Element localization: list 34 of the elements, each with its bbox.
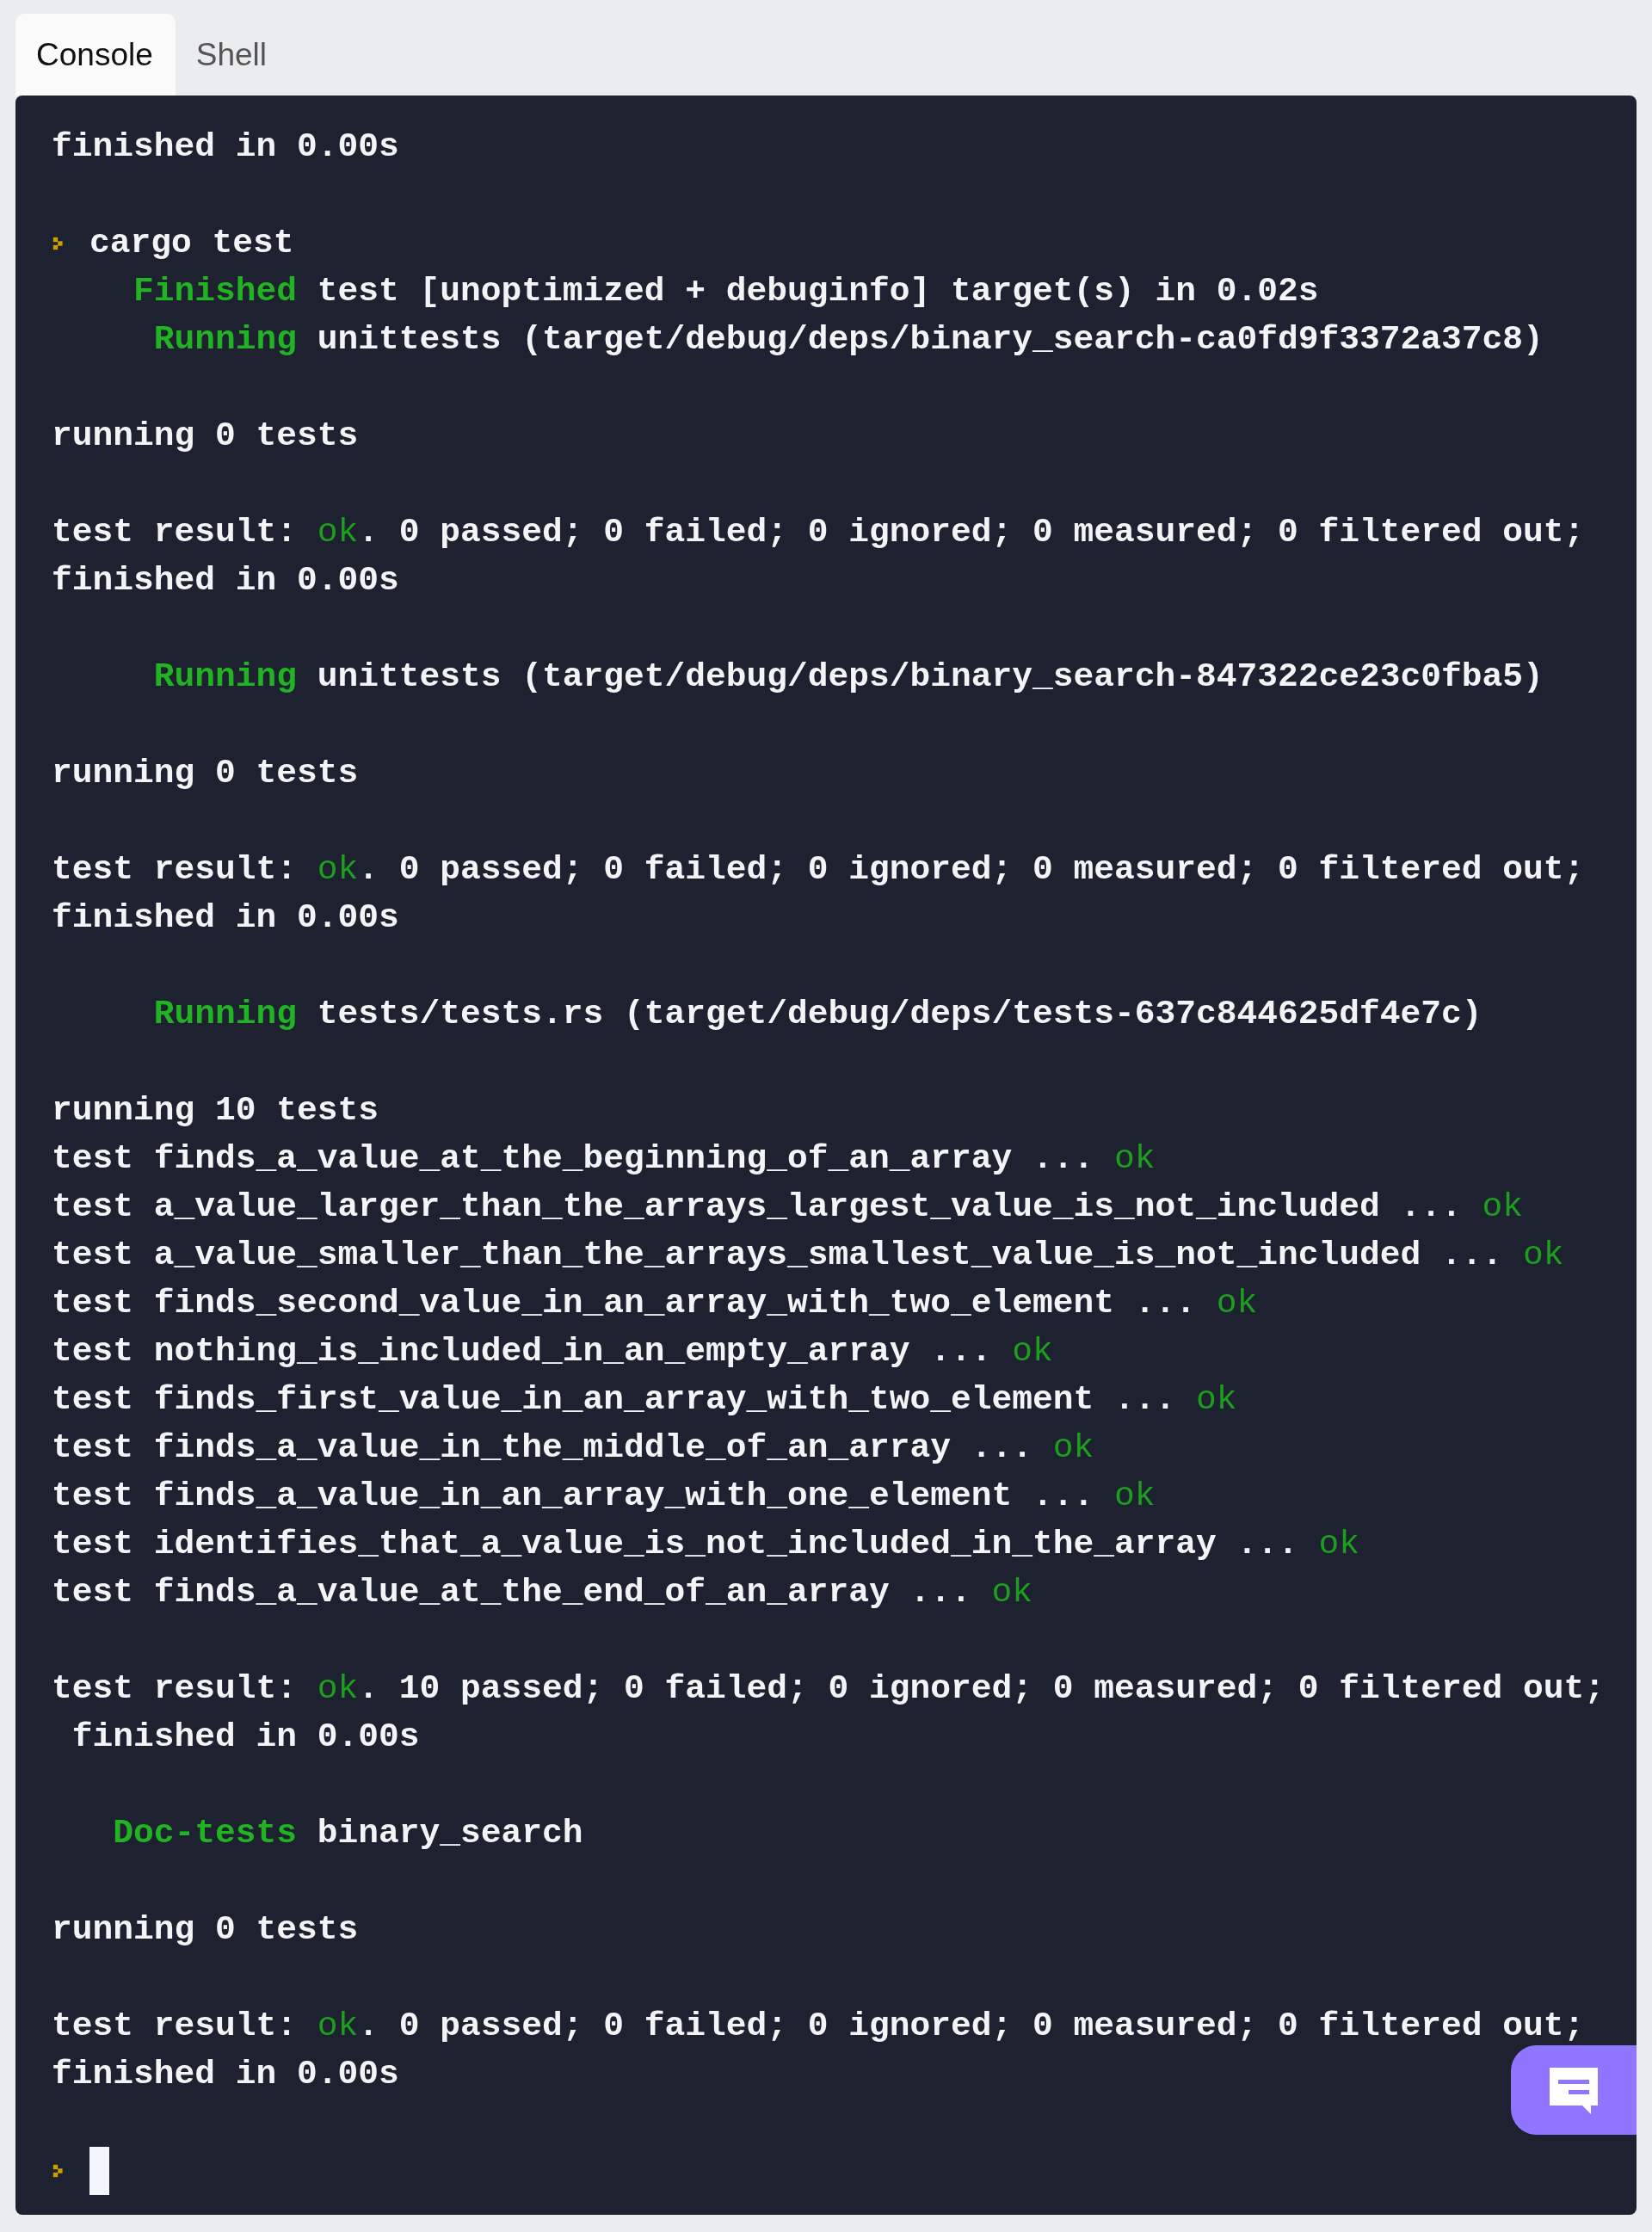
chat-icon — [1548, 2066, 1600, 2114]
console-line: Running tests/tests.rs (target/debug/deps/tests-637c844625df4e7c) — [152, 994, 1482, 1035]
console-line: test a_value_smaller_than_the_arrays_smallest_value_is_not_included ... ok — [52, 1235, 1564, 1276]
console-line: running 0 tests — [52, 1909, 359, 1951]
console-line: finished in 0.00s — [52, 2054, 399, 2095]
chat-button[interactable] — [1511, 2045, 1637, 2135]
console-line: test identifies_that_a_value_is_not_included_in_the_array ... ok — [52, 1524, 1360, 1565]
console-line: running 0 tests — [52, 753, 359, 794]
console-line: finished in 0.00s — [71, 1717, 420, 1758]
console-line: test result: ok. 10 passed; 0 failed; 0 ignored; 0 measured; 0 filtered out; — [52, 1668, 1606, 1710]
console-line: test finds_second_value_in_an_array_with_two_element ... ok — [52, 1283, 1258, 1324]
command-text: cargo test — [89, 223, 294, 264]
console-line: test finds_a_value_at_the_beginning_of_an_array ... ok — [52, 1138, 1156, 1180]
console-line: finished in 0.00s — [52, 126, 399, 168]
console-line: running 10 tests — [52, 1090, 379, 1131]
console-line: finished in 0.00s — [52, 897, 399, 939]
console-line: test nothing_is_included_in_an_empty_array ... ok — [52, 1331, 1053, 1372]
console-line: Running unittests (target/debug/deps/binary_search-847322ce23c0fba5) — [152, 657, 1544, 698]
console-line: test finds_a_value_in_the_middle_of_an_array ... ok — [52, 1427, 1094, 1469]
console-line: Finished test [unoptimized + debuginfo] target(s) in 0.02s — [133, 271, 1319, 312]
console-line: test result: ok. 0 passed; 0 failed; 0 ignored; 0 measured; 0 filtered out; — [52, 512, 1585, 553]
console-line: Running unittests (target/debug/deps/binary_search-ca0fd9f3372a37c8) — [152, 319, 1544, 361]
console-line: finished in 0.00s — [52, 560, 399, 601]
console-line: test finds_first_value_in_an_array_with_two_element ... ok — [52, 1379, 1237, 1421]
console-line: test finds_a_value_at_the_end_of_an_array ... ok — [52, 1572, 1033, 1613]
console-line: test result: ok. 0 passed; 0 failed; 0 ignored; 0 measured; 0 filtered out; — [52, 2006, 1585, 2047]
console-line: running 0 tests — [52, 416, 359, 457]
text-cursor — [89, 2147, 109, 2195]
console-line: Doc-tests binary_search — [112, 1813, 583, 1854]
tab[interactable]: Console — [15, 14, 176, 96]
tab[interactable]: Shell — [175, 14, 288, 96]
console-line: test result: ok. 0 passed; 0 failed; 0 ignored; 0 measured; 0 filtered out; — [52, 849, 1585, 891]
console-line: test a_value_larger_than_the_arrays_largest_value_is_not_included ... ok — [52, 1187, 1524, 1228]
console-line: test finds_a_value_in_an_array_with_one_element ... ok — [52, 1476, 1156, 1517]
